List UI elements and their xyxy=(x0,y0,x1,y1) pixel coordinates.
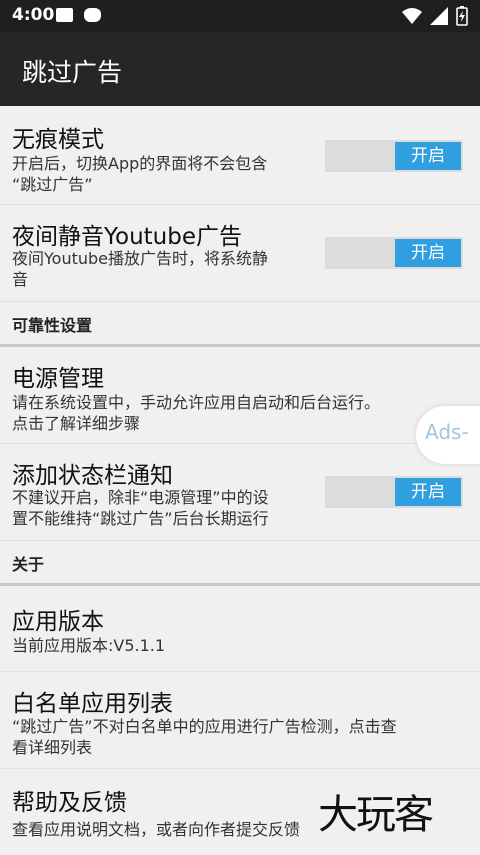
power-management-title: 电源管理 xyxy=(12,366,104,392)
status-icons xyxy=(402,4,468,28)
app-version-item[interactable]: 应用版本 当前应用版本:V5.1.1 xyxy=(0,586,480,672)
status-bar-notification-toggle[interactable]: 开启 xyxy=(325,476,463,508)
desc-line: 点击了解详细步骤 xyxy=(12,414,141,433)
desc-line: 置不能维持“跳过广告”后台长期运行 xyxy=(12,509,269,528)
whitelist-apps-desc: “跳过广告”不对白名单中的应用进行广告检测，点击查 看详细列表 xyxy=(12,716,397,758)
incognito-mode-desc: 开启后，切换App的界面将不会包含 “跳过广告” xyxy=(12,153,267,195)
desc-line: 请在系统设置中，手动允许应用自启动和后台运行。 xyxy=(12,393,381,412)
notification-message-icon xyxy=(84,8,101,22)
desc-line: 音 xyxy=(12,270,29,289)
battery-charging-icon xyxy=(456,6,468,26)
floating-ads-button[interactable]: Ads- xyxy=(416,406,480,464)
desc-line: “跳过广告”不对白名单中的应用进行广告检测，点击查 xyxy=(12,717,397,736)
status-bar-notification-item[interactable]: 添加状态栏通知 不建议开启，除非“电源管理”中的设 置不能维持“跳过广告”后台长… xyxy=(0,444,480,541)
watermark-logo: 大玩客 xyxy=(318,792,434,838)
section-title: 可靠性设置 xyxy=(12,316,93,335)
incognito-mode-item[interactable]: 无痕模式 开启后，切换App的界面将不会包含 “跳过广告” 开启 xyxy=(0,106,480,205)
mute-youtube-ads-toggle[interactable]: 开启 xyxy=(325,237,463,269)
signal-icon xyxy=(430,7,448,25)
incognito-mode-title: 无痕模式 xyxy=(12,127,104,153)
incognito-mode-toggle[interactable]: 开启 xyxy=(325,140,463,172)
whitelist-apps-title: 白名单应用列表 xyxy=(12,691,173,717)
app-version-desc: 当前应用版本:V5.1.1 xyxy=(12,635,165,656)
page-title: 跳过广告 xyxy=(22,58,123,87)
desc-line: 查看应用说明文档，或者向作者提交反馈 xyxy=(12,820,301,839)
section-header-about: 关于 xyxy=(0,543,480,586)
section-header-reliability: 可靠性设置 xyxy=(0,304,480,347)
wifi-icon xyxy=(402,8,422,24)
mute-youtube-ads-desc: 夜间Youtube播放广告时，将系统静 音 xyxy=(12,248,268,290)
desc-line: 看详细列表 xyxy=(12,738,93,757)
desc-line: 不建议开启，除非“电源管理”中的设 xyxy=(12,488,269,507)
help-feedback-desc: 查看应用说明文档，或者向作者提交反馈 xyxy=(12,819,300,840)
settings-list: 无痕模式 开启后，切换App的界面将不会包含 “跳过广告” 开启 夜间静音You… xyxy=(0,106,480,855)
help-feedback-title: 帮助及反馈 xyxy=(12,790,127,816)
desc-line: “跳过广告” xyxy=(12,175,93,194)
power-management-desc: 请在系统设置中，手动允许应用自启动和后台运行。 点击了解详细步骤 xyxy=(12,392,380,434)
mute-youtube-ads-title: 夜间静音Youtube广告 xyxy=(12,224,242,250)
notification-app-icon xyxy=(56,8,73,22)
toggle-on-label: 开启 xyxy=(395,142,461,170)
desc-line: 开启后，切换App的界面将不会包含 xyxy=(12,154,268,173)
floating-ads-label: Ads- xyxy=(425,420,469,444)
desc-line: 夜间Youtube播放广告时，将系统静 xyxy=(12,249,268,268)
app-version-title: 应用版本 xyxy=(12,609,104,635)
toggle-on-label: 开启 xyxy=(395,239,461,267)
status-bar-notification-title: 添加状态栏通知 xyxy=(12,463,173,489)
power-management-item[interactable]: 电源管理 请在系统设置中，手动允许应用自启动和后台运行。 点击了解详细步骤 xyxy=(0,347,480,444)
app-bar: 跳过广告 xyxy=(0,32,480,106)
whitelist-apps-item[interactable]: 白名单应用列表 “跳过广告”不对白名单中的应用进行广告检测，点击查 看详细列表 xyxy=(0,672,480,769)
mute-youtube-ads-item[interactable]: 夜间静音Youtube广告 夜间Youtube播放广告时，将系统静 音 开启 xyxy=(0,205,480,302)
toggle-on-label: 开启 xyxy=(395,478,461,506)
status-time: 4:00 xyxy=(12,5,55,25)
desc-line: 当前应用版本:V5.1.1 xyxy=(12,636,166,655)
status-bar: 4:00 xyxy=(0,0,480,32)
section-title: 关于 xyxy=(12,555,45,574)
status-bar-notification-desc: 不建议开启，除非“电源管理”中的设 置不能维持“跳过广告”后台长期运行 xyxy=(12,487,269,529)
